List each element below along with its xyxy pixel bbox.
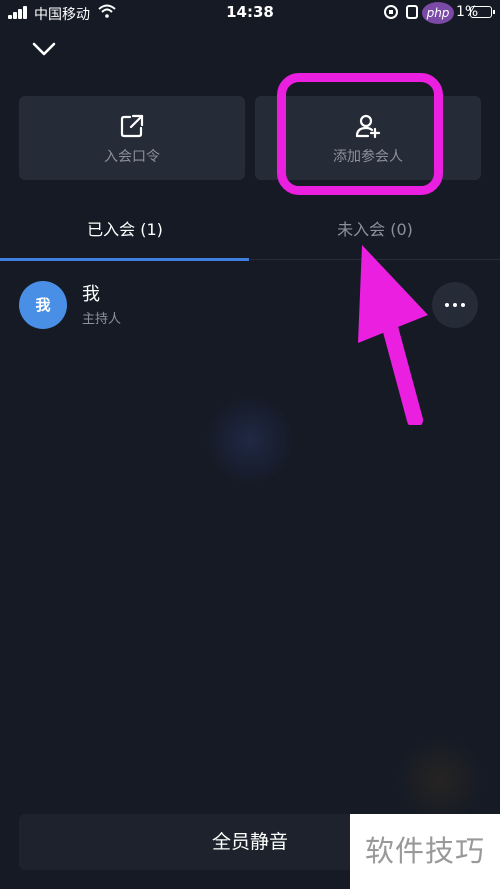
rotation-lock-icon: [384, 5, 398, 19]
chevron-down-icon: [32, 42, 56, 56]
tab-joined[interactable]: 已入会 (1): [0, 205, 250, 261]
meeting-password-button[interactable]: 入会口令: [19, 96, 245, 180]
active-tab-indicator: [0, 258, 249, 261]
php-watermark-badge: php: [422, 2, 454, 24]
watermark-text: 软件技巧: [350, 814, 500, 889]
participant-role: 主持人: [82, 312, 122, 327]
annotation-highlight-box: [277, 73, 443, 195]
annotation-arrow-icon: [358, 245, 428, 425]
avatar: 我: [19, 281, 67, 329]
status-indicators: php 1%: [384, 2, 495, 24]
meeting-password-label: 入会口令: [104, 149, 160, 165]
collapse-button[interactable]: [26, 34, 62, 64]
alarm-icon: [406, 5, 418, 19]
battery-icon: [470, 6, 495, 18]
share-external-icon: [120, 114, 144, 138]
status-bar: 中国移动 14:38 php 1%: [0, 0, 500, 26]
participant-name: 我: [82, 284, 100, 305]
meeting-participants-screen: 中国移动 14:38 php 1% 入会口令 添加参会人 已入会 (1) 未入会…: [0, 0, 500, 889]
